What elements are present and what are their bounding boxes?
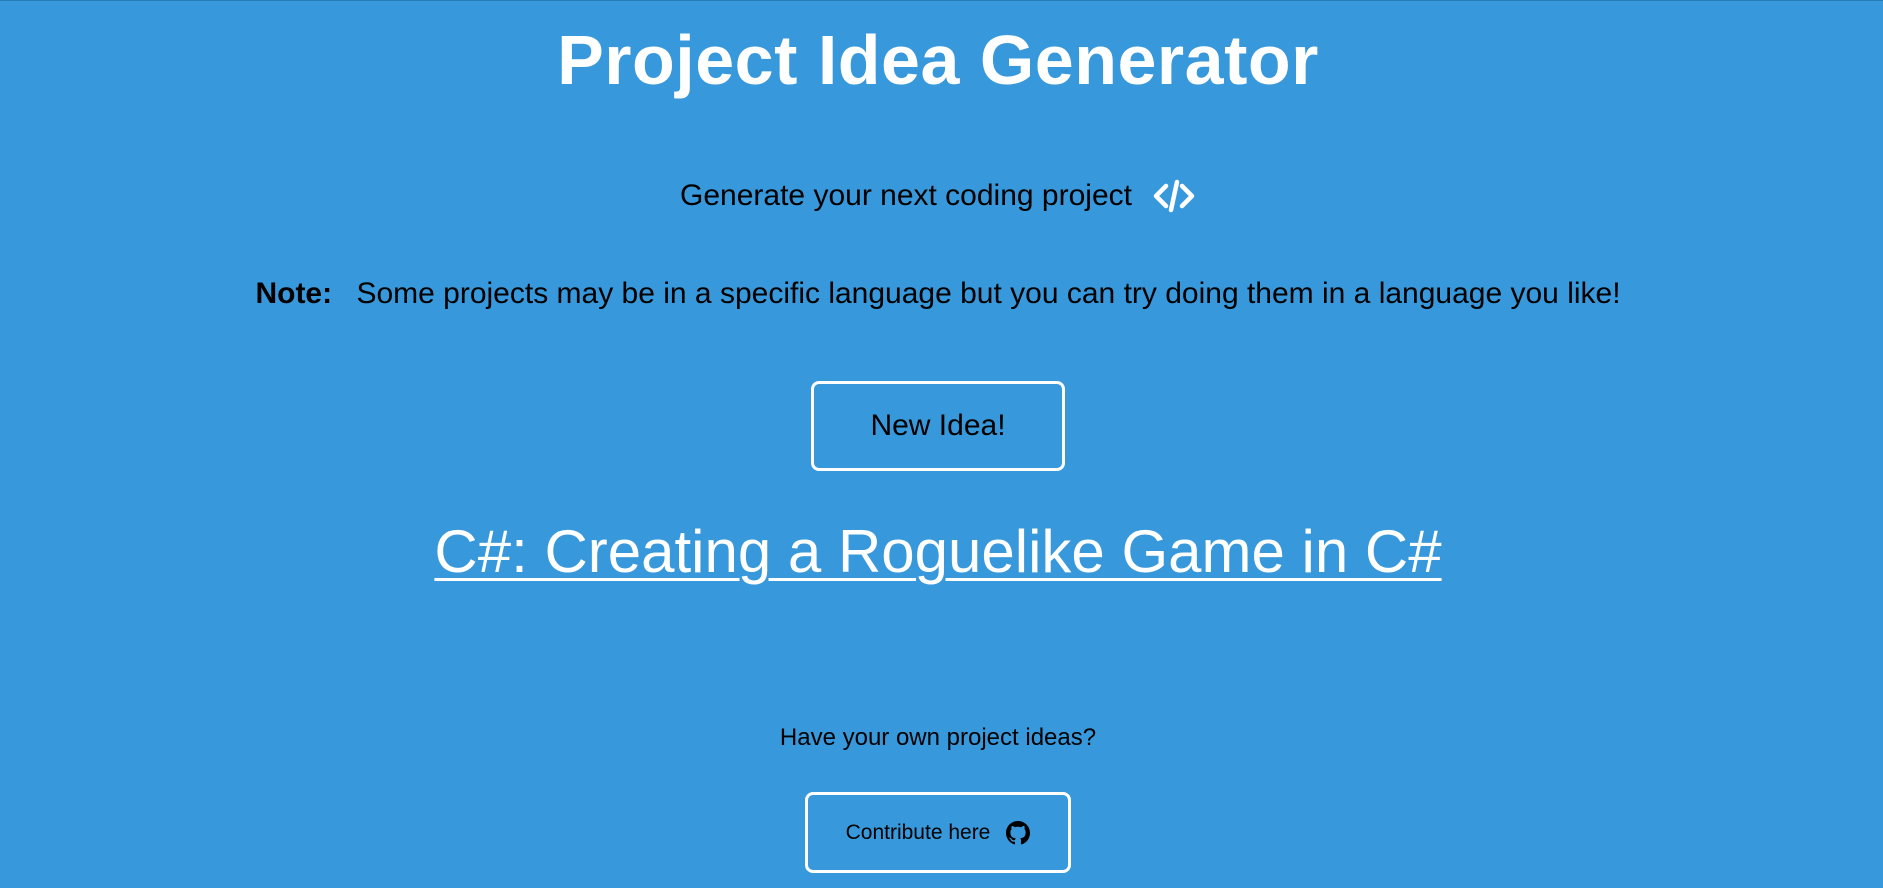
- github-icon: [1006, 820, 1031, 845]
- new-idea-button[interactable]: New Idea!: [811, 381, 1065, 471]
- contribute-button[interactable]: Contribute here: [805, 792, 1071, 873]
- new-idea-label: New Idea!: [870, 409, 1006, 442]
- subtitle-text: Generate your next coding project: [680, 179, 1132, 212]
- note-text: Some projects may be in a specific langu…: [356, 277, 1621, 310]
- project-idea-link[interactable]: C#: Creating a Roguelike Game in C#: [0, 514, 1876, 590]
- own-ideas-prompt: Have your own project ideas?: [779, 724, 1097, 751]
- page-title: Project Idea Generator: [557, 21, 1319, 99]
- contribute-label: Contribute here: [845, 820, 991, 844]
- subtitle: Generate your next coding project: [0, 176, 1876, 216]
- top-border: [0, 0, 1883, 1]
- note: Note: Some projects may be in a specific…: [0, 274, 1876, 314]
- code-icon: [1152, 178, 1196, 214]
- note-label: Note:: [255, 277, 333, 310]
